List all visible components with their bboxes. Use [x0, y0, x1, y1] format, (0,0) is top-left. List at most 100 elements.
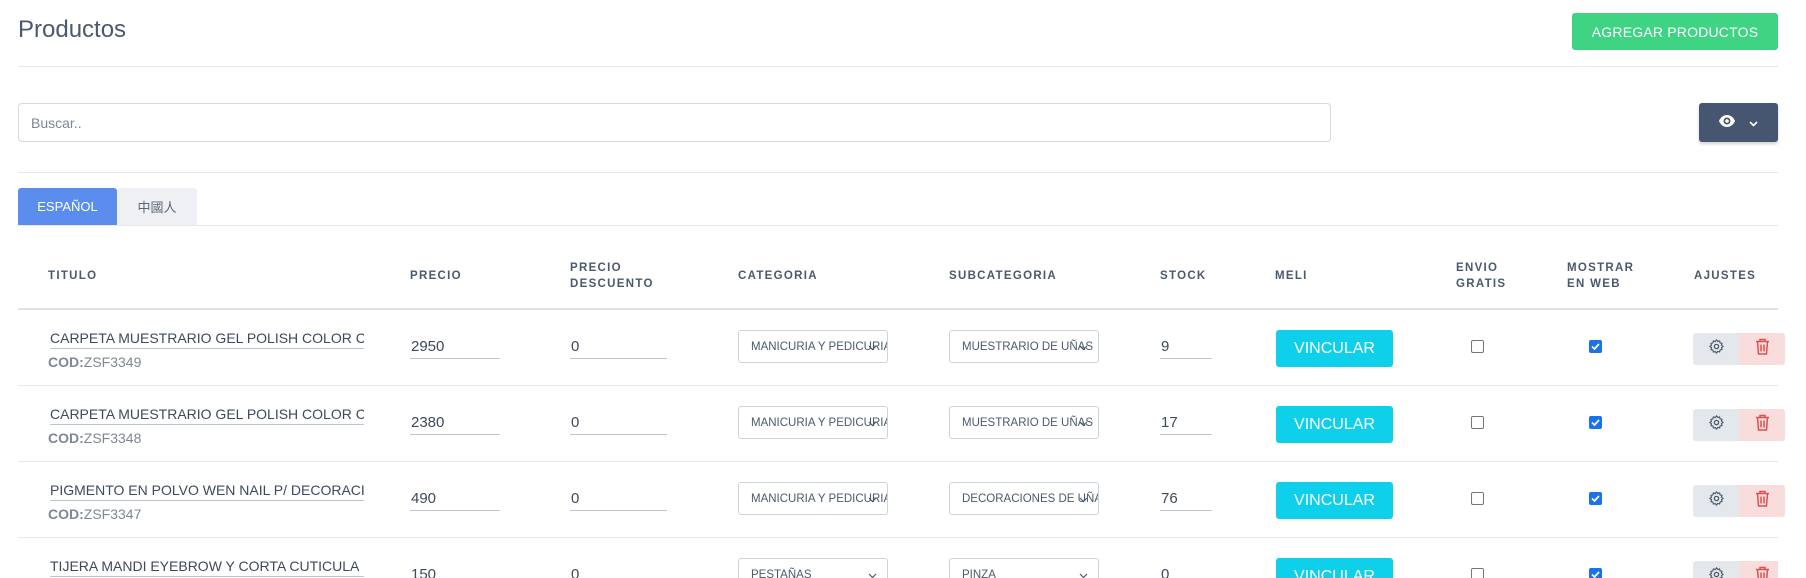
- column-header-line: EN WEB: [1567, 278, 1621, 290]
- column-header-titulo[interactable]: TITULO: [48, 268, 97, 284]
- column-header-envio-gratis[interactable]: ENVIO GRATIS: [1456, 260, 1506, 292]
- subcategory-select[interactable]: MUESTRARIO DE UÑAS: [949, 406, 1099, 439]
- table-row: PIGMENTO EN POLVO WEN NAIL P/ DECORACION…: [18, 462, 1785, 538]
- trash-icon: [1755, 414, 1770, 436]
- discount-price-input[interactable]: [570, 563, 667, 578]
- discount-price-input[interactable]: [570, 335, 667, 359]
- settings-button[interactable]: [1693, 561, 1739, 578]
- free-shipping-checkbox[interactable]: [1471, 492, 1484, 505]
- column-header-line: GRATIS: [1456, 278, 1507, 290]
- trash-icon: [1755, 338, 1770, 360]
- column-header-stock[interactable]: STOCK: [1160, 268, 1207, 284]
- price-input[interactable]: [410, 563, 500, 578]
- subcategory-select[interactable]: PINZA: [949, 558, 1099, 578]
- subcategory-select-value: MUESTRARIO DE UÑAS: [962, 416, 1093, 429]
- table-row: TIJERA MANDI EYEBROW Y CORTA CUTICULA PE…: [18, 538, 1778, 578]
- category-select[interactable]: MANICURIA Y PEDICURIA: [738, 330, 888, 363]
- stock-input[interactable]: [1160, 411, 1212, 435]
- view-options-button[interactable]: [1699, 103, 1778, 142]
- category-select-value: PESTAÑAS: [751, 568, 812, 578]
- category-select[interactable]: MANICURIA Y PEDICURIA: [738, 482, 888, 515]
- gear-icon: [1708, 338, 1725, 360]
- category-select[interactable]: PESTAÑAS: [738, 558, 888, 578]
- table-row: CARPETA MUESTRARIO GEL POLISH COLOR CARD…: [18, 310, 1785, 386]
- free-shipping-checkbox[interactable]: [1471, 416, 1484, 429]
- product-code: COD:ZSF3347: [48, 506, 141, 522]
- link-meli-button[interactable]: VINCULAR: [1276, 558, 1393, 578]
- column-header-ajustes: AJUSTES: [1694, 270, 1757, 282]
- chevron-down-icon: [1079, 342, 1088, 354]
- tab-espanol[interactable]: ESPAÑOL: [18, 188, 117, 225]
- show-web-checkbox[interactable]: [1589, 492, 1602, 505]
- stock-input[interactable]: [1160, 335, 1212, 359]
- code-label: COD:: [48, 506, 84, 522]
- subcategory-select[interactable]: DECORACIONES DE UÑAS: [949, 482, 1099, 515]
- delete-button[interactable]: [1739, 561, 1778, 578]
- product-title[interactable]: PIGMENTO EN POLVO WEN NAIL P/ DECORACION: [50, 482, 364, 501]
- price-input[interactable]: [410, 335, 500, 359]
- search-input[interactable]: [18, 103, 1331, 142]
- divider: [18, 172, 1778, 173]
- category-select[interactable]: MANICURIA Y PEDICURIA: [738, 406, 888, 439]
- gear-icon: [1708, 566, 1725, 578]
- delete-button[interactable]: [1739, 409, 1785, 441]
- show-web-checkbox[interactable]: [1589, 340, 1602, 353]
- product-title[interactable]: TIJERA MANDI EYEBROW Y CORTA CUTICULA: [50, 558, 364, 577]
- column-header-subcategoria[interactable]: SUBCATEGORIA: [949, 268, 1057, 284]
- delete-button[interactable]: [1739, 333, 1785, 365]
- stock-input[interactable]: [1160, 487, 1212, 511]
- settings-button[interactable]: [1693, 409, 1739, 441]
- chevron-down-icon: [868, 342, 877, 354]
- delete-button[interactable]: [1739, 485, 1785, 517]
- code-label: COD:: [48, 430, 84, 446]
- chevron-down-icon: [1079, 418, 1088, 430]
- column-header-meli[interactable]: MELI: [1275, 268, 1308, 284]
- settings-button[interactable]: [1693, 485, 1739, 517]
- chevron-down-icon: [1079, 494, 1088, 506]
- code-label: COD:: [48, 354, 84, 370]
- column-header-line: PRECIO: [570, 262, 622, 274]
- trash-icon: [1755, 566, 1770, 578]
- show-web-checkbox[interactable]: [1589, 568, 1602, 578]
- link-meli-button[interactable]: VINCULAR: [1276, 330, 1393, 367]
- chevron-down-icon: [868, 418, 877, 430]
- stock-input[interactable]: [1160, 563, 1212, 578]
- product-title[interactable]: CARPETA MUESTRARIO GEL POLISH COLOR CARD: [50, 330, 364, 349]
- tab-chinese[interactable]: 中國人: [117, 188, 197, 225]
- free-shipping-checkbox[interactable]: [1471, 568, 1484, 578]
- code-value: ZSF3347: [83, 506, 142, 522]
- column-header-categoria[interactable]: CATEGORIA: [738, 268, 818, 284]
- discount-price-input[interactable]: [570, 411, 667, 435]
- discount-price-input[interactable]: [570, 487, 667, 511]
- page-title: Productos: [18, 16, 127, 43]
- product-code: COD:ZSF3349: [48, 354, 141, 370]
- show-web-checkbox[interactable]: [1589, 416, 1602, 429]
- trash-icon: [1755, 490, 1770, 512]
- subcategory-select[interactable]: MUESTRARIO DE UÑAS: [949, 330, 1099, 363]
- link-meli-button[interactable]: VINCULAR: [1276, 406, 1393, 443]
- gear-icon: [1708, 414, 1725, 436]
- column-header-precio[interactable]: PRECIO: [410, 268, 462, 284]
- divider: [18, 66, 1778, 67]
- gear-icon: [1708, 490, 1725, 512]
- subcategory-select-value: PINZA: [962, 568, 996, 578]
- product-code: COD:ZSF3348: [48, 430, 141, 446]
- product-title[interactable]: CARPETA MUESTRARIO GEL POLISH COLOR CARD: [50, 406, 364, 425]
- column-header-precio-descuento[interactable]: PRECIO DESCUENTO: [570, 260, 654, 292]
- column-header-line: MOSTRAR: [1567, 262, 1635, 274]
- free-shipping-checkbox[interactable]: [1471, 340, 1484, 353]
- eye-icon: [1719, 114, 1735, 132]
- chevron-down-icon: [868, 570, 877, 578]
- price-input[interactable]: [410, 411, 500, 435]
- table-row: CARPETA MUESTRARIO GEL POLISH COLOR CARD…: [18, 386, 1785, 462]
- settings-button[interactable]: [1693, 333, 1739, 365]
- add-products-button[interactable]: AGREGAR PRODUCTOS: [1572, 13, 1778, 50]
- column-header-line: ENVIO: [1456, 262, 1499, 274]
- chevron-down-icon: [868, 494, 877, 506]
- link-meli-button[interactable]: VINCULAR: [1276, 482, 1393, 519]
- price-input[interactable]: [410, 487, 500, 511]
- chevron-down-icon: [1079, 570, 1088, 578]
- code-value: ZSF3349: [83, 354, 142, 370]
- column-header-mostrar-web[interactable]: MOSTRAR EN WEB: [1567, 260, 1634, 292]
- divider: [18, 225, 1778, 226]
